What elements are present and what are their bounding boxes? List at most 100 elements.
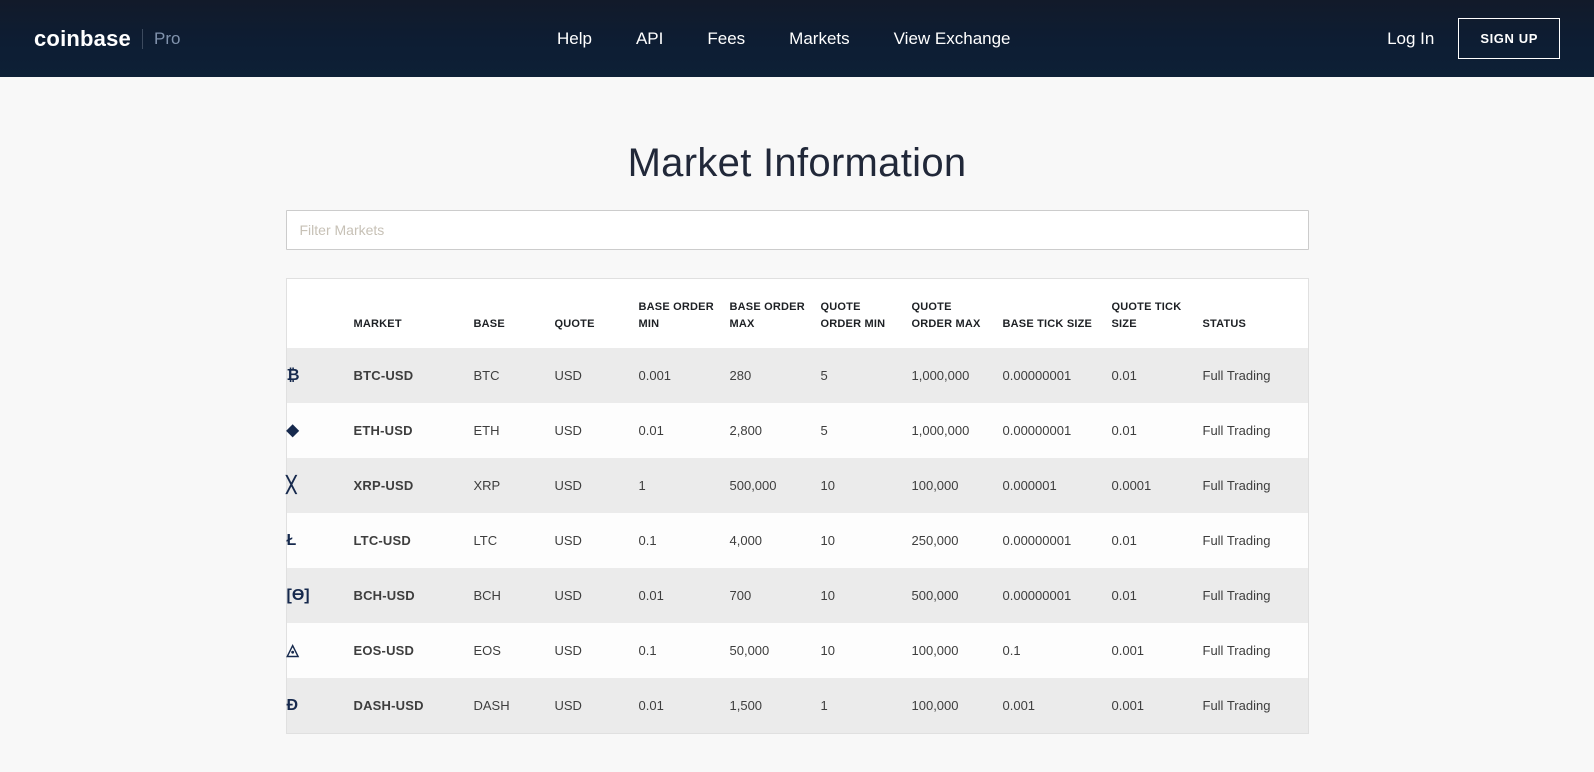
quote-cell: USD: [554, 478, 582, 494]
logo-coinbase-text: coinbase: [34, 25, 131, 51]
market-table-header: MARKET BASE QUOTE BASE ORDER MIN BASE OR…: [287, 279, 1308, 348]
base-cell: BCH: [473, 588, 501, 604]
base-tick-size-cell: 0.00000001: [1002, 533, 1072, 549]
column-header-quote-order-max: QUOTE ORDER MAX: [911, 301, 981, 331]
market-row: Ł LTC-USD LTC USD 0.1 4,000 10 250,000 0…: [286, 513, 1308, 569]
nav-link-fees[interactable]: Fees: [707, 29, 745, 49]
quote-order-min-cell: 5: [820, 368, 828, 384]
nav-link-api[interactable]: API: [636, 29, 663, 49]
market-row: ◆ ETH-USD ETH USD 0.01 2,800 5 1,000,000…: [286, 403, 1308, 459]
market-row: [Ɵ] BCH-USD BCH USD 0.01 700 10 500,000 …: [286, 568, 1308, 624]
column-header-status: STATUS: [1202, 318, 1247, 331]
base-cell: LTC: [473, 533, 498, 549]
signup-button[interactable]: SIGN UP: [1458, 18, 1560, 59]
quote-order-max-cell: 500,000: [911, 588, 959, 604]
filter-markets-input[interactable]: [285, 210, 1309, 250]
market-pair-cell: LTC-USD: [353, 533, 411, 549]
base-tick-size-cell: 0.00000001: [1002, 423, 1072, 439]
logo-divider: [141, 28, 143, 49]
quote-order-max-cell: 250,000: [911, 533, 959, 549]
dash-icon: Ɖ: [286, 696, 299, 714]
column-header-quote-tick-size: QUOTE TICK SIZE: [1111, 301, 1182, 331]
quote-cell: USD: [554, 698, 582, 714]
btc-icon: ₿: [286, 366, 300, 384]
logo-pro-text: Pro: [153, 28, 181, 48]
top-nav: coinbase Pro Help API Fees Markets View …: [0, 0, 1594, 77]
quote-order-max-cell: 100,000: [911, 643, 959, 659]
market-row: ╳ XRP-USD XRP USD 1 500,000 10 100,000 0…: [286, 458, 1308, 514]
market-table: MARKET BASE QUOTE BASE ORDER MIN BASE OR…: [286, 279, 1308, 734]
market-pair-cell: DASH-USD: [353, 698, 424, 714]
status-cell: Full Trading: [1202, 533, 1271, 549]
eos-icon: ◬: [286, 641, 299, 659]
base-cell: ETH: [473, 423, 500, 439]
status-cell: Full Trading: [1202, 643, 1271, 659]
quote-tick-size-cell: 0.001: [1111, 698, 1145, 714]
page-title: Market Information: [627, 141, 967, 185]
nav-link-view-exchange[interactable]: View Exchange: [894, 29, 1011, 49]
market-row: ◬ EOS-USD EOS USD 0.1 50,000 10 100,000 …: [286, 623, 1308, 679]
quote-order-min-cell: 5: [820, 423, 828, 439]
coinbase-pro-logo[interactable]: coinbase Pro: [34, 26, 180, 52]
quote-tick-size-cell: 0.001: [1111, 643, 1145, 659]
status-cell: Full Trading: [1202, 423, 1271, 439]
quote-cell: USD: [554, 368, 582, 384]
quote-cell: USD: [554, 643, 582, 659]
market-table-body: ₿ BTC-USD BTC USD 0.001 280 5 1,000,000 …: [286, 348, 1308, 734]
auth-group: Log In SIGN UP: [1387, 18, 1560, 59]
xrp-icon: ╳: [286, 476, 297, 494]
quote-order-max-cell: 1,000,000: [911, 368, 970, 384]
quote-tick-size-cell: 0.0001: [1111, 478, 1152, 494]
login-link[interactable]: Log In: [1387, 29, 1434, 49]
status-cell: Full Trading: [1202, 588, 1271, 604]
column-header-base-tick-size: BASE TICK SIZE: [1002, 318, 1093, 331]
market-table-container: MARKET BASE QUOTE BASE ORDER MIN BASE OR…: [285, 278, 1309, 735]
nav-link-help[interactable]: Help: [557, 29, 592, 49]
market-pair-cell: EOS-USD: [353, 643, 415, 659]
market-pair-cell: BCH-USD: [353, 588, 415, 604]
base-order-min-cell: 0.01: [638, 588, 664, 604]
base-cell: DASH: [473, 698, 510, 714]
base-order-min-cell: 0.1: [638, 533, 657, 549]
column-header-base-order-max: BASE ORDER MAX: [729, 301, 805, 331]
base-cell: EOS: [473, 643, 501, 659]
base-order-min-cell: 1: [638, 478, 646, 494]
quote-order-max-cell: 100,000: [911, 478, 959, 494]
base-tick-size-cell: 0.001: [1002, 698, 1036, 714]
quote-tick-size-cell: 0.01: [1111, 533, 1137, 549]
nav-link-markets[interactable]: Markets: [789, 29, 849, 49]
quote-order-min-cell: 10: [820, 478, 835, 494]
quote-order-max-cell: 1,000,000: [911, 423, 970, 439]
base-cell: XRP: [473, 478, 501, 494]
base-order-max-cell: 500,000: [729, 478, 777, 494]
base-order-min-cell: 0.001: [638, 368, 672, 384]
quote-order-min-cell: 10: [820, 588, 835, 604]
quote-cell: USD: [554, 588, 582, 604]
base-tick-size-cell: 0.00000001: [1002, 368, 1072, 384]
status-cell: Full Trading: [1202, 368, 1271, 384]
market-pair-cell: ETH-USD: [353, 423, 413, 439]
quote-tick-size-cell: 0.01: [1111, 588, 1137, 604]
nav-links: Help API Fees Markets View Exchange: [557, 29, 1011, 49]
main-content: Market Information MARKET BASE QUOTE BAS…: [285, 141, 1309, 735]
market-row: Ɖ DASH-USD DASH USD 0.01 1,500 1 100,000…: [286, 678, 1308, 734]
base-order-max-cell: 2,800: [729, 423, 763, 439]
base-tick-size-cell: 0.1: [1002, 643, 1021, 659]
status-cell: Full Trading: [1202, 478, 1271, 494]
base-order-max-cell: 700: [729, 588, 752, 604]
market-pair-cell: BTC-USD: [353, 368, 414, 384]
quote-cell: USD: [554, 423, 582, 439]
quote-tick-size-cell: 0.01: [1111, 368, 1137, 384]
base-order-max-cell: 1,500: [729, 698, 763, 714]
column-header-icon: [287, 279, 354, 348]
eth-icon: ◆: [286, 421, 299, 439]
column-header-quote: QUOTE: [554, 318, 595, 331]
bch-icon: [Ɵ]: [286, 586, 310, 604]
base-cell: BTC: [473, 368, 500, 384]
base-tick-size-cell: 0.000001: [1002, 478, 1057, 494]
quote-order-min-cell: 10: [820, 643, 835, 659]
quote-cell: USD: [554, 533, 582, 549]
base-order-max-cell: 280: [729, 368, 752, 384]
market-pair-cell: XRP-USD: [353, 478, 414, 494]
base-order-max-cell: 50,000: [729, 643, 770, 659]
